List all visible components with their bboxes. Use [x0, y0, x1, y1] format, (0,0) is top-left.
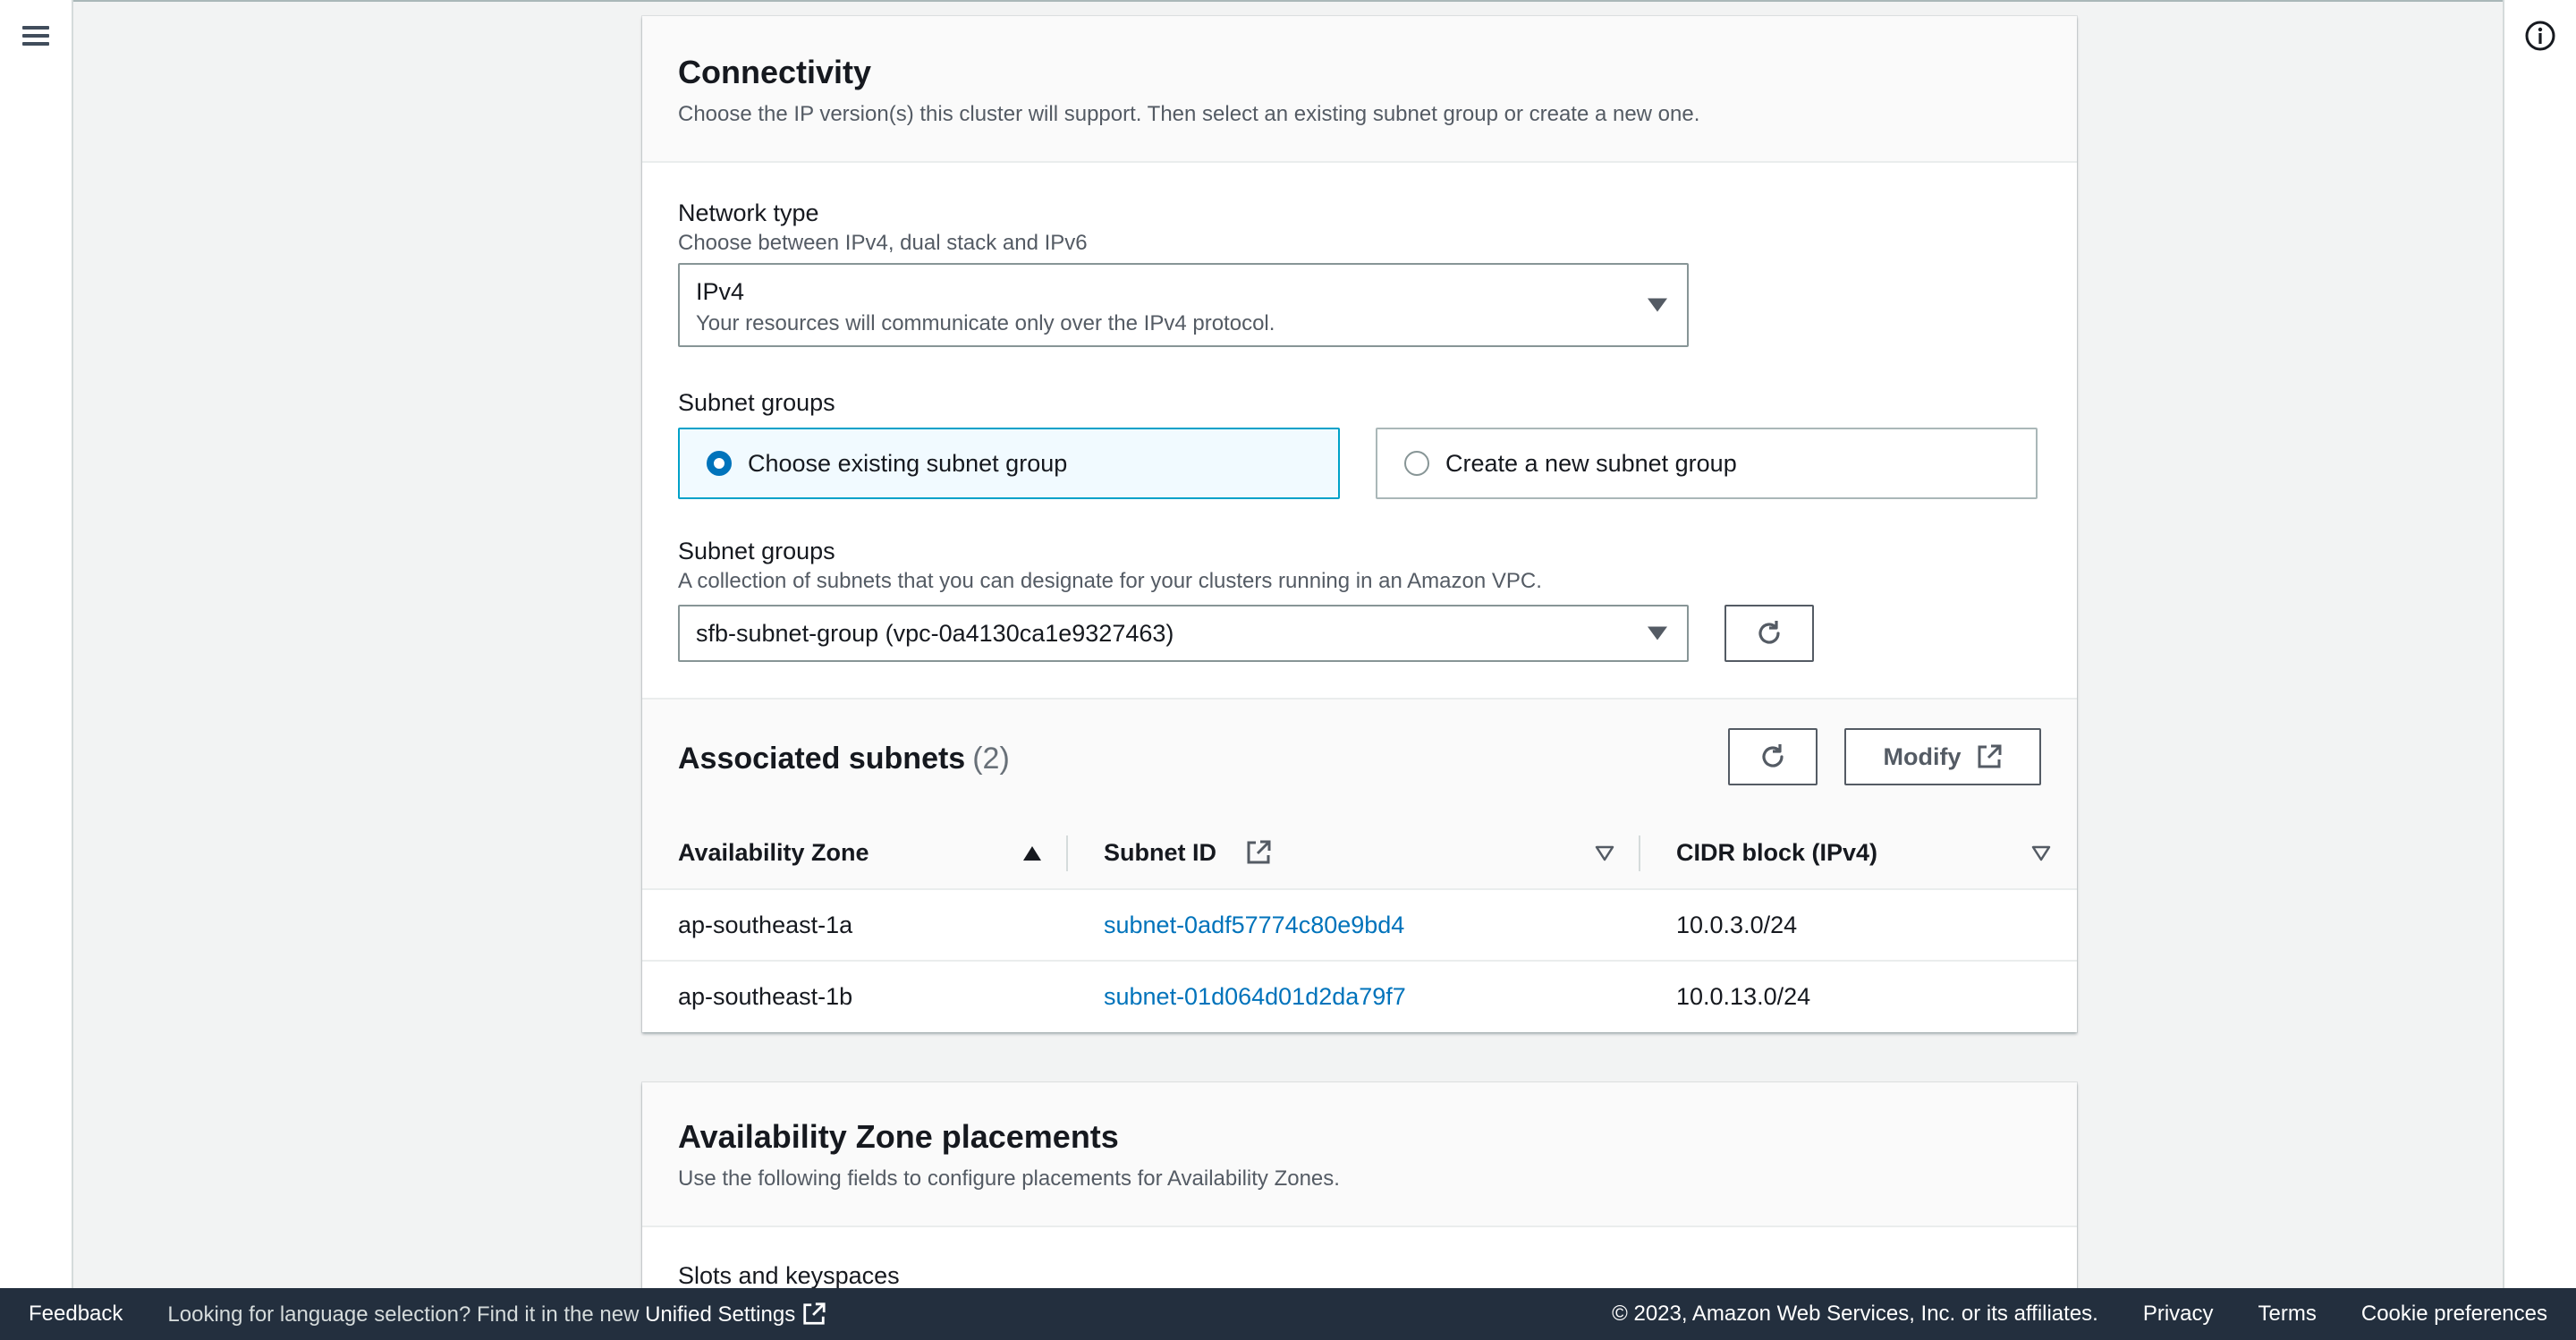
radio-label: Create a new subnet group: [1445, 449, 1737, 477]
right-tools-rail: [2503, 0, 2576, 1288]
column-header-label: Subnet ID: [1104, 839, 1216, 866]
connectivity-body: Network type Choose between IPv4, dual s…: [642, 163, 2077, 698]
privacy-link[interactable]: Privacy: [2143, 1302, 2214, 1327]
subnet-group-select-sublabel: A collection of subnets that you can des…: [678, 569, 1542, 593]
sort-ascending-icon[interactable]: [1021, 844, 1043, 862]
az-placements-header: Availability Zone placements Use the fol…: [642, 1082, 2077, 1227]
network-type-value: IPv4: [696, 278, 745, 305]
az-placements-panel: Availability Zone placements Use the fol…: [642, 1082, 2077, 1288]
modify-button[interactable]: Modify: [1844, 728, 2041, 785]
external-link-icon: [1247, 840, 1271, 864]
radio-label: Choose existing subnet group: [748, 449, 1068, 477]
az-placements-title: Availability Zone placements: [678, 1118, 1119, 1155]
table-row: ap-southeast-1b subnet-01d064d01d2da79f7…: [642, 961, 2077, 1032]
connectivity-description: Choose the IP version(s) this cluster wi…: [678, 102, 1700, 126]
subnet-id-link[interactable]: subnet-0adf57774c80e9bd4: [1104, 912, 1404, 938]
language-prompt-text: Looking for language selection? Find it …: [167, 1302, 640, 1327]
left-navigation-rail: [0, 0, 73, 1288]
subnet-group-value: sfb-subnet-group (vpc-0a4130ca1e9327463): [696, 620, 1174, 647]
table-header-row: Availability Zone Subnet ID CIDR block (…: [642, 818, 2077, 890]
radio-tile-create-new[interactable]: Create a new subnet group: [1376, 428, 2038, 499]
refresh-icon: [1758, 621, 1780, 644]
cookie-preferences-link[interactable]: Cookie preferences: [2361, 1302, 2547, 1327]
column-header-label: CIDR block (IPv4): [1676, 839, 1878, 866]
footer: Feedback Looking for language selection?…: [0, 1288, 2576, 1340]
cell-subnet-id: subnet-0adf57774c80e9bd4: [1068, 889, 1640, 962]
hamburger-menu-icon[interactable]: [20, 21, 52, 54]
refresh-icon: [1762, 744, 1784, 768]
radio-tile-choose-existing[interactable]: Choose existing subnet group: [678, 428, 1340, 499]
caret-down-icon: [1648, 626, 1667, 640]
cell-cidr: 10.0.13.0/24: [1640, 961, 2077, 1032]
network-type-value-description: Your resources will communicate only ove…: [696, 311, 1275, 335]
associated-subnets-panel: Associated subnets (2) Modify Availabili…: [642, 698, 2077, 1032]
column-header-az[interactable]: Availability Zone: [642, 818, 1068, 890]
slots-keyspaces-label: Slots and keyspaces: [678, 1262, 900, 1288]
subnet-group-radio-group: Choose existing subnet group Create a ne…: [678, 428, 2041, 499]
cell-az: ap-southeast-1a: [642, 889, 1068, 962]
subnets-table: Availability Zone Subnet ID CIDR block (…: [642, 818, 2077, 1032]
associated-subnets-header: Associated subnets (2) Modify: [642, 700, 2077, 818]
refresh-subnets-button[interactable]: [1728, 728, 1818, 785]
column-header-label: Availability Zone: [678, 839, 869, 866]
cell-subnet-id: subnet-01d064d01d2da79f7: [1068, 961, 1640, 1032]
associated-subnets-title: Associated subnets: [678, 741, 966, 776]
refresh-subnet-groups-button[interactable]: [1724, 605, 1814, 662]
network-type-sublabel: Choose between IPv4, dual stack and IPv6: [678, 231, 1088, 255]
column-header-subnet-id[interactable]: Subnet ID: [1068, 818, 1640, 890]
subnet-group-select[interactable]: sfb-subnet-group (vpc-0a4130ca1e9327463): [678, 605, 1689, 662]
info-icon[interactable]: [2524, 20, 2556, 52]
modify-label: Modify: [1883, 742, 1962, 770]
az-placements-description: Use the following fields to configure pl…: [678, 1166, 1340, 1191]
connectivity-panel: Connectivity Choose the IP version(s) th…: [642, 16, 2077, 1032]
az-placements-body: Slots and keyspaces: [642, 1227, 2077, 1288]
subnet-id-link[interactable]: subnet-01d064d01d2da79f7: [1104, 983, 1406, 1010]
connectivity-title: Connectivity: [678, 54, 872, 90]
connectivity-header: Connectivity Choose the IP version(s) th…: [642, 16, 2077, 163]
network-type-label: Network type: [678, 199, 819, 226]
cell-cidr: 10.0.3.0/24: [1640, 889, 2077, 962]
unified-settings-link[interactable]: Unified Settings: [645, 1302, 795, 1327]
radio-selected-icon[interactable]: [707, 451, 732, 476]
subnet-groups-choice-label: Subnet groups: [678, 389, 835, 416]
caret-down-icon: [1648, 298, 1667, 312]
associated-subnets-count: (2): [972, 741, 1010, 776]
feedback-link[interactable]: Feedback: [29, 1302, 123, 1327]
external-link-icon[interactable]: [801, 1302, 826, 1327]
external-link-icon: [1978, 744, 2001, 768]
language-prompt: Looking for language selection? Find it …: [167, 1302, 826, 1327]
table-row: ap-southeast-1a subnet-0adf57774c80e9bd4…: [642, 889, 2077, 962]
column-header-cidr[interactable]: CIDR block (IPv4): [1640, 818, 2077, 890]
cell-az: ap-southeast-1b: [642, 961, 1068, 1032]
top-border: [0, 0, 2576, 2]
radio-unselected-icon[interactable]: [1404, 451, 1429, 476]
network-type-select[interactable]: IPv4 Your resources will communicate onl…: [678, 263, 1689, 347]
copyright-text: © 2023, Amazon Web Services, Inc. or its…: [1612, 1302, 2098, 1326]
subnet-group-select-label: Subnet groups: [678, 538, 835, 564]
sort-icon[interactable]: [2030, 844, 2052, 862]
terms-link[interactable]: Terms: [2258, 1302, 2317, 1327]
sort-icon[interactable]: [1594, 844, 1615, 862]
